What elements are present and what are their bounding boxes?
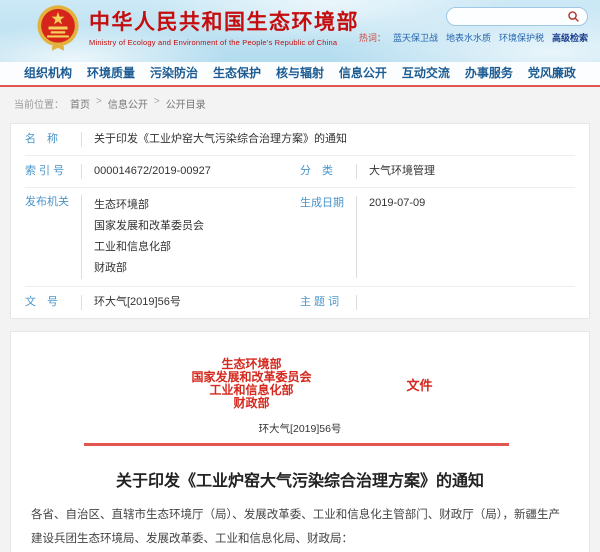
document-number: 环大气[2019]56号 xyxy=(31,421,569,436)
hot-word-link[interactable]: 环境保护税 xyxy=(499,31,544,44)
nav-item[interactable]: 互动交流 xyxy=(402,62,450,85)
issuer-value: 财政部 xyxy=(94,258,204,279)
docnum-label: 文 号 xyxy=(25,295,77,310)
nav-item[interactable]: 组织机构 xyxy=(24,62,72,85)
breadcrumb-separator: > xyxy=(154,96,160,111)
search-input[interactable] xyxy=(454,11,567,22)
nav-item[interactable]: 核与辐射 xyxy=(276,62,324,85)
brand[interactable]: 中华人民共和国生态环境部 Ministry of Ecology and Env… xyxy=(36,4,359,52)
document-letterhead: 生态环境部国家发展和改革委员会工业和信息化部财政部 文件 xyxy=(43,358,581,410)
hot-words-label: 热词： xyxy=(359,31,386,44)
site-title: 中华人民共和国生态环境部 xyxy=(89,10,359,36)
issuer-value: 国家发展和改革委员会 xyxy=(94,216,204,237)
category-label: 分 类 xyxy=(300,164,352,179)
field-divider xyxy=(81,132,82,147)
issuer-value: 工业和信息化部 xyxy=(94,237,204,258)
search-box xyxy=(446,7,588,26)
breadcrumb-link[interactable]: 信息公开 xyxy=(108,96,148,111)
nav-item[interactable]: 信息公开 xyxy=(339,62,387,85)
issuer-value: 生态环境部 xyxy=(94,195,204,216)
nav-item[interactable]: 党风廉政 xyxy=(528,62,576,85)
document-card: 生态环境部国家发展和改革委员会工业和信息化部财政部 文件 环大气[2019]56… xyxy=(10,331,590,552)
field-divider xyxy=(81,195,82,279)
info-row-index-category: 索 引 号 000014672/2019-00927 分 类 大气环境管理 xyxy=(25,156,575,188)
hot-word-link[interactable]: 地表水水质 xyxy=(446,31,491,44)
main-nav: 组织机构环境质量污染防治生态保护核与辐射信息公开互动交流办事服务党风廉政 xyxy=(0,62,600,87)
name-value: 关于印发《工业炉窑大气污染综合治理方案》的通知 xyxy=(94,132,347,147)
letterhead-issuer-line: 财政部 xyxy=(191,397,311,410)
date-label: 生成日期 xyxy=(300,196,352,211)
index-label: 索 引 号 xyxy=(25,164,77,179)
docnum-value: 环大气[2019]56号 xyxy=(94,295,181,310)
field-divider xyxy=(81,295,82,310)
field-divider xyxy=(356,196,357,278)
letterhead-suffix: 文件 xyxy=(407,375,433,394)
hot-word-link[interactable]: 蓝天保卫战 xyxy=(393,31,438,44)
date-value: 2019-07-09 xyxy=(369,196,425,211)
info-row-issuer-date: 发布机关 生态环境部国家发展和改革委员会工业和信息化部财政部 生成日期 2019… xyxy=(25,188,575,287)
category-value: 大气环境管理 xyxy=(369,164,435,179)
issuer-label: 发布机关 xyxy=(25,195,77,210)
breadcrumb-link[interactable]: 首页 xyxy=(70,96,90,111)
search-icon[interactable] xyxy=(567,10,580,23)
document-title: 关于印发《工业炉窑大气污染综合治理方案》的通知 xyxy=(31,467,569,491)
info-card: 名 称 关于印发《工业炉窑大气污染综合治理方案》的通知 索 引 号 000014… xyxy=(10,123,590,319)
letterhead-issuers: 生态环境部国家发展和改革委员会工业和信息化部财政部 xyxy=(191,358,311,410)
hot-word-link[interactable]: 高级检索 xyxy=(552,31,588,44)
national-emblem-icon xyxy=(36,4,80,52)
field-divider xyxy=(81,164,82,179)
nav-item[interactable]: 办事服务 xyxy=(465,62,513,85)
field-divider xyxy=(356,295,357,310)
name-label: 名 称 xyxy=(25,132,77,147)
nav-item[interactable]: 环境质量 xyxy=(87,62,135,85)
field-divider xyxy=(356,164,357,179)
letterhead-divider xyxy=(84,443,509,446)
issuer-values: 生态环境部国家发展和改革委员会工业和信息化部财政部 xyxy=(94,195,204,279)
breadcrumb-items: 首页>信息公开>公开目录> xyxy=(70,96,206,111)
breadcrumb-label: 当前位置： xyxy=(14,96,64,111)
brand-text: 中华人民共和国生态环境部 Ministry of Ecology and Env… xyxy=(89,10,359,47)
site-subtitle: Ministry of Ecology and Environment of t… xyxy=(89,38,359,47)
document-body: 各省、自治区、直辖市生态环境厅（局）、发展改革委、工业和信息化主管部门、财政厅（… xyxy=(31,503,569,552)
nav-item[interactable]: 污染防治 xyxy=(150,62,198,85)
info-row-docnum-subject: 文 号 环大气[2019]56号 主 题 词 xyxy=(25,287,575,318)
index-value: 000014672/2019-00927 xyxy=(94,164,211,179)
document-paragraph: 各省、自治区、直辖市生态环境厅（局）、发展改革委、工业和信息化主管部门、财政厅（… xyxy=(31,503,569,551)
nav-list: 组织机构环境质量污染防治生态保护核与辐射信息公开互动交流办事服务党风廉政 xyxy=(0,62,600,85)
hot-words-bar: 热词： 蓝天保卫战地表水水质环境保护税高级检索 xyxy=(359,31,588,44)
hot-words-list: 蓝天保卫战地表水水质环境保护税高级检索 xyxy=(393,31,588,44)
breadcrumb-link[interactable]: 公开目录 xyxy=(166,96,206,111)
site-header: 中华人民共和国生态环境部 Ministry of Ecology and Env… xyxy=(0,0,600,62)
breadcrumb: 当前位置： 首页>信息公开>公开目录> xyxy=(0,87,600,117)
info-row-name: 名 称 关于印发《工业炉窑大气污染综合治理方案》的通知 xyxy=(25,124,575,156)
subject-label: 主 题 词 xyxy=(300,295,352,310)
breadcrumb-separator: > xyxy=(96,96,102,111)
nav-item[interactable]: 生态保护 xyxy=(213,62,261,85)
